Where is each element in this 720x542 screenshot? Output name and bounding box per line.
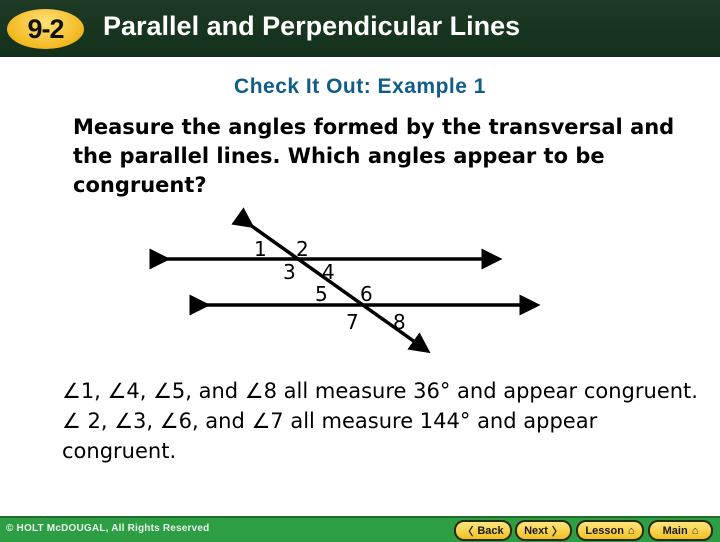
header-bar: 9-2 Parallel and Perpendicular Lines <box>0 0 720 57</box>
copyright-text: © HOLT McDOUGAL, All Rights Reserved <box>6 523 210 534</box>
footer-bar: © HOLT McDOUGAL, All Rights Reserved 〈 B… <box>0 516 720 542</box>
lesson-button-label: Lesson <box>585 524 624 537</box>
transversal-line <box>231 207 431 354</box>
main-button-label: Main <box>662 524 688 537</box>
chevron-left-icon: 〈 <box>462 525 474 538</box>
lesson-button[interactable]: Lesson ⌂ <box>576 520 644 541</box>
angle-label-3: 3 <box>283 260 296 284</box>
angle-label-7: 7 <box>346 310 359 334</box>
angle-label-6: 6 <box>360 282 373 306</box>
angle-label-8: 8 <box>393 310 406 334</box>
lesson-title: Parallel and Perpendicular Lines <box>103 11 521 41</box>
angle-label-1: 1 <box>254 237 267 261</box>
next-button-label: Next <box>524 524 548 537</box>
angle-label-2: 2 <box>296 237 309 261</box>
question-text: Measure the angles formed by the transve… <box>73 115 675 197</box>
home-icon: ⌂ <box>627 524 635 537</box>
main-button[interactable]: Main ⌂ <box>648 520 713 541</box>
angle-label-4: 4 <box>322 260 335 284</box>
back-button[interactable]: 〈 Back <box>454 520 512 541</box>
home-icon: ⌂ <box>691 524 699 537</box>
example-heading: Check It Out: Example 1 <box>234 75 486 98</box>
answer-line-obtuse: ∠ 2, ∠3, ∠6, and ∠7 all measure 144° and… <box>62 409 598 463</box>
next-button[interactable]: Next 〉 <box>515 520 572 541</box>
angle-label-5: 5 <box>315 282 328 306</box>
answer-line-acute: ∠1, ∠4, ∠5, and ∠8 all measure 36° and a… <box>62 379 698 403</box>
chevron-right-icon: 〉 <box>551 525 563 538</box>
answer-text: ∠1, ∠4, ∠5, and ∠8 all measure 36° and a… <box>62 376 702 466</box>
back-button-label: Back <box>477 524 504 537</box>
lesson-number-badge: 9-2 <box>7 9 84 49</box>
